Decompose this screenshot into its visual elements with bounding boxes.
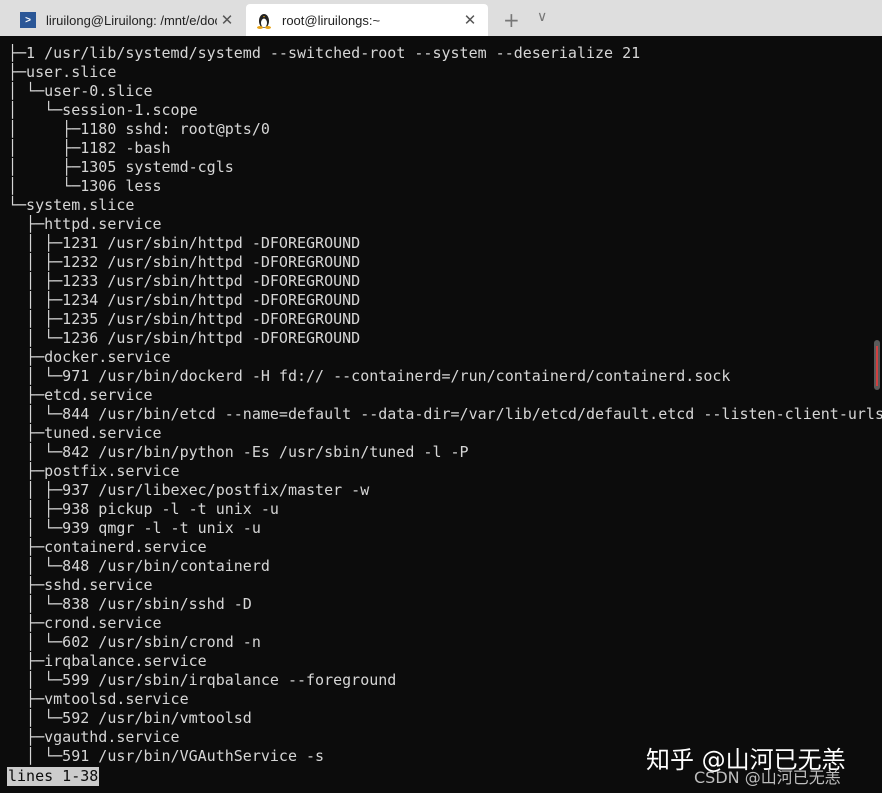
terminal-line: ├─crond.service [8, 614, 162, 632]
terminal-line: │ └─842 /usr/bin/python -Es /usr/sbin/tu… [8, 443, 469, 461]
terminal-line: ├─user.slice [8, 63, 117, 81]
terminal-line: ├─sshd.service [8, 576, 153, 594]
close-tab-button[interactable]: ✕ [460, 11, 480, 29]
terminal-line: └─system.slice [8, 196, 135, 214]
terminal-line: ├─tuned.service [8, 424, 162, 442]
terminal-line: │ └─599 /usr/sbin/irqbalance --foregroun… [8, 671, 397, 689]
terminal-line: │ └─user-0.slice [8, 82, 153, 100]
terminal-line: │ ├─1234 /usr/sbin/httpd -DFOREGROUND [8, 291, 361, 309]
tab-powershell[interactable]: > liruilong@Liruilong: /mnt/e/doc ✕ [10, 4, 245, 36]
tab-root-shell[interactable]: root@liruilongs:~ ✕ [246, 4, 488, 36]
tab-title: liruilong@Liruilong: /mnt/e/doc [46, 12, 217, 28]
terminal-line: │ ├─1233 /usr/sbin/httpd -DFOREGROUND [8, 272, 361, 290]
chevron-down-icon[interactable]: ∨ [537, 9, 547, 25]
terminal-line: ├─httpd.service [8, 215, 162, 233]
terminal-line: │ └─838 /usr/sbin/sshd -D [8, 595, 252, 613]
terminal-line: ├─irqbalance.service [8, 652, 207, 670]
terminal-line: ├─postfix.service [8, 462, 180, 480]
terminal-line: │ ├─1232 /usr/sbin/httpd -DFOREGROUND [8, 253, 361, 271]
powershell-icon: > [20, 12, 36, 28]
terminal-line: ├─vmtoolsd.service [8, 690, 189, 708]
terminal-line: │ └─592 /usr/bin/vmtoolsd [8, 709, 252, 727]
tab-title: root@liruilongs:~ [282, 12, 381, 28]
csdn-watermark: CSDN @山河已无恙 [694, 768, 841, 787]
pager-status: lines 1-38 [7, 767, 100, 786]
terminal-line: │ ├─1235 /usr/sbin/httpd -DFOREGROUND [8, 310, 361, 328]
terminal-line: │ └─844 /usr/bin/etcd --name=default --d… [8, 405, 882, 423]
terminal-line: │ └─848 /usr/bin/containerd [8, 557, 270, 575]
scrollbar[interactable] [874, 340, 880, 390]
terminal-line: │ └─1306 less [8, 177, 162, 195]
terminal-line: │ └─session-1.scope [8, 101, 198, 119]
terminal-line: │ └─1236 /usr/sbin/httpd -DFOREGROUND [8, 329, 361, 347]
terminal-output[interactable]: ├─1 /usr/lib/systemd/systemd --switched-… [8, 44, 882, 766]
terminal-line: ├─etcd.service [8, 386, 153, 404]
terminal-line: │ ├─1182 -bash [8, 139, 171, 157]
terminal-line: ├─docker.service [8, 348, 171, 366]
tab-bar: > liruilong@Liruilong: /mnt/e/doc ✕ root… [0, 0, 882, 36]
terminal-line: ├─1 /usr/lib/systemd/systemd --switched-… [8, 44, 641, 62]
terminal-line: │ ├─938 pickup -l -t unix -u [8, 500, 279, 518]
terminal-line: │ ├─1180 sshd: root@pts/0 [8, 120, 270, 138]
linux-penguin-icon [256, 12, 272, 29]
close-tab-button[interactable]: ✕ [217, 11, 237, 29]
terminal-line: ├─containerd.service [8, 538, 207, 556]
terminal-line: │ ├─937 /usr/libexec/postfix/master -w [8, 481, 370, 499]
terminal-line: │ ├─1305 systemd-cgls [8, 158, 234, 176]
terminal-line: │ └─971 /usr/bin/dockerd -H fd:// --cont… [8, 367, 731, 385]
terminal-line: │ └─939 qmgr -l -t unix -u [8, 519, 261, 537]
terminal-line: │ ├─1231 /usr/sbin/httpd -DFOREGROUND [8, 234, 361, 252]
terminal-line: │ └─602 /usr/sbin/crond -n [8, 633, 261, 651]
new-tab-button[interactable]: + [503, 8, 520, 32]
